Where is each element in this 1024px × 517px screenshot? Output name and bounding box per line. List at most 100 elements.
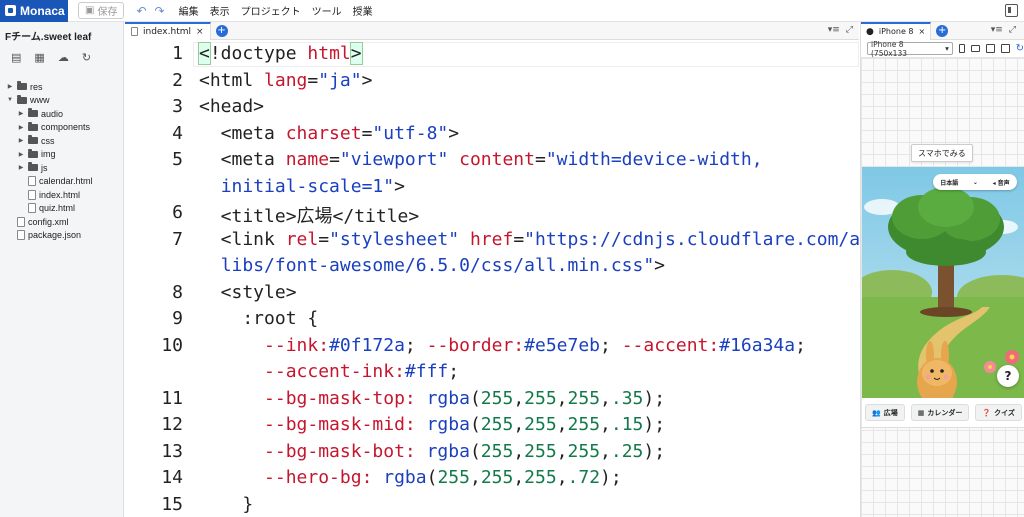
floppy-disk-icon: ▣	[85, 5, 95, 16]
code-line[interactable]: --hero-bg: rgba(255,255,255,.72);	[199, 467, 622, 488]
tree-item-img[interactable]: ▶ img	[0, 148, 123, 162]
tree-item-label: index.html	[39, 189, 81, 200]
code-line[interactable]: --bg-mask-bot: rgba(255,255,255,.25);	[199, 441, 665, 462]
code-line[interactable]: <head>	[199, 96, 264, 117]
file-icon	[17, 216, 25, 227]
tree-item-config-xml[interactable]: config.xml	[0, 215, 123, 229]
tree-item-audio[interactable]: ▶ audio	[0, 107, 123, 121]
tree-item-package-json[interactable]: package.json	[0, 229, 123, 243]
calendar-icon: ▦	[917, 408, 925, 417]
code-line[interactable]: --ink:#0f172a; --border:#e5e7eb; --accen…	[199, 335, 806, 356]
tree-item-css[interactable]: ▶ css	[0, 134, 123, 148]
panel-toggle-icon[interactable]	[1005, 4, 1018, 17]
code-line[interactable]: <title>広場</title>	[199, 202, 420, 228]
menu-edit[interactable]: 編集	[179, 3, 199, 18]
menu-class[interactable]: 授業	[353, 3, 373, 18]
language-select[interactable]: 日本語 ⌄ ◂ 音声	[933, 174, 1017, 190]
line-number: 13	[161, 440, 183, 462]
code-line[interactable]: <meta charset="utf-8">	[199, 123, 459, 144]
line-number: 4	[172, 122, 183, 144]
code-line[interactable]: --bg-mask-top: rgba(255,255,255,.35);	[199, 388, 665, 409]
undo-icon[interactable]: ↶	[136, 4, 146, 18]
tree-item-calendar-html[interactable]: calendar.html	[0, 175, 123, 189]
tree-item-js[interactable]: ▶ js	[0, 161, 123, 175]
monaca-logo[interactable]: Monaca	[0, 0, 68, 22]
list-menu-icon[interactable]: ▾≡	[828, 25, 840, 35]
folder-icon	[17, 81, 27, 91]
tree-item-quiz-html[interactable]: quiz.html	[0, 202, 123, 216]
close-icon[interactable]: ×	[196, 27, 204, 37]
device-select[interactable]: iPhone 8 (750x133 ▾	[867, 40, 953, 58]
screenshot-icon[interactable]	[985, 44, 995, 53]
menu-view[interactable]: 表示	[210, 3, 230, 18]
file-icon	[17, 230, 25, 241]
question-circle-icon: ❓	[982, 408, 992, 417]
code-line[interactable]: --bg-mask-mid: rgba(255,255,255,.15);	[199, 414, 665, 435]
tree-item-www[interactable]: ▼ www	[0, 94, 123, 108]
landscape-icon[interactable]	[970, 45, 980, 52]
code-area[interactable]: 1 <!doctype html> 2 <html lang="ja"> 3 <head>…	[125, 40, 903, 517]
caret-right-icon[interactable]: ▶	[17, 137, 25, 144]
caret-right-icon[interactable]: ▶	[17, 164, 25, 171]
folder-icon	[17, 94, 27, 104]
top-toolbar: Monaca ▣ 保存 ↶ ↷ 編集 表示 プロジェクト ツール 授業	[0, 0, 1024, 22]
nav-quiz-button[interactable]: ❓ クイズ	[975, 404, 1022, 421]
save-button[interactable]: ▣ 保存	[78, 2, 125, 19]
nav-calendar-button[interactable]: ▦ カレンダー	[910, 404, 970, 421]
chevron-down-icon: ⌄	[972, 178, 978, 186]
tree-item-index-html[interactable]: index.html	[0, 188, 123, 202]
portrait-icon[interactable]	[958, 44, 965, 53]
tree-item-label: img	[41, 149, 56, 160]
editor-tabbar: index.html × +	[125, 21, 859, 40]
file-icon	[28, 176, 36, 187]
code-line[interactable]: <meta name="viewport" content="width=dev…	[199, 149, 763, 170]
line-number: 6	[172, 202, 183, 223]
help-button[interactable]: ?	[997, 365, 1019, 387]
caret-right-icon[interactable]: ▶	[17, 124, 25, 131]
upload-cloud-icon[interactable]: ☁	[58, 51, 69, 64]
menu-project[interactable]: プロジェクト	[241, 3, 301, 18]
expand-icon[interactable]: ⤢	[1009, 25, 1016, 35]
new-folder-icon[interactable]: ▦	[34, 51, 44, 64]
refresh-icon[interactable]: ↻	[82, 51, 91, 64]
tab-iphone-8[interactable]: ● iPhone 8 ×	[861, 21, 932, 40]
folder-icon	[28, 108, 38, 118]
new-file-icon[interactable]: ▤	[11, 51, 21, 64]
list-menu-icon[interactable]: ▾≡	[991, 25, 1003, 35]
tree-item-components[interactable]: ▶ components	[0, 121, 123, 135]
sound-toggle[interactable]: ◂ 音声	[993, 178, 1010, 187]
caret-right-icon[interactable]: ▶	[17, 151, 25, 158]
preview-tools: ▾≡ ⤢	[991, 25, 1016, 35]
caret-right-icon[interactable]: ▶	[17, 110, 25, 117]
apple-icon: ●	[866, 26, 874, 37]
tree-item-res[interactable]: ▶ res	[0, 80, 123, 94]
nav-plaza-button[interactable]: 👥 広場	[865, 404, 905, 421]
external-window-icon[interactable]	[1000, 44, 1010, 53]
tab-index-html[interactable]: index.html ×	[125, 21, 211, 40]
code-line[interactable]: --accent-ink:#fff;	[199, 361, 459, 382]
code-line[interactable]: :root {	[199, 308, 318, 329]
code-line[interactable]: <html lang="ja">	[199, 70, 372, 91]
caret-right-icon[interactable]: ▶	[6, 83, 14, 90]
expand-icon[interactable]: ⤢	[846, 25, 853, 35]
code-line[interactable]: <!doctype html>	[198, 42, 363, 65]
code-line[interactable]: <style>	[199, 282, 297, 303]
code-line[interactable]: initial-scale=1">	[199, 176, 405, 197]
code-line[interactable]: <link rel="stylesheet" href="https://cdn…	[199, 229, 904, 250]
tree-item-label: quiz.html	[39, 203, 76, 214]
add-tab-button[interactable]: +	[215, 24, 228, 37]
close-icon[interactable]: ×	[919, 27, 926, 36]
file-icon	[131, 27, 138, 36]
redo-icon[interactable]: ↷	[155, 4, 165, 18]
phone-screen: 日本語 ⌄ ◂ 音声 ?	[862, 167, 1024, 428]
menu-tools[interactable]: ツール	[312, 3, 342, 18]
logo-text: Monaca	[20, 3, 65, 18]
reload-icon[interactable]: ↻	[1016, 43, 1024, 54]
caret-down-icon[interactable]: ▼	[6, 97, 14, 103]
code-line[interactable]: libs/font-awesome/6.5.0/css/all.min.css"…	[199, 255, 665, 276]
line-number: 12	[161, 414, 183, 435]
line-number: 5	[172, 149, 183, 170]
code-line[interactable]: }	[199, 494, 253, 515]
view-on-phone-button[interactable]: スマホでみる	[911, 144, 973, 162]
add-preview-button[interactable]: +	[936, 24, 949, 37]
